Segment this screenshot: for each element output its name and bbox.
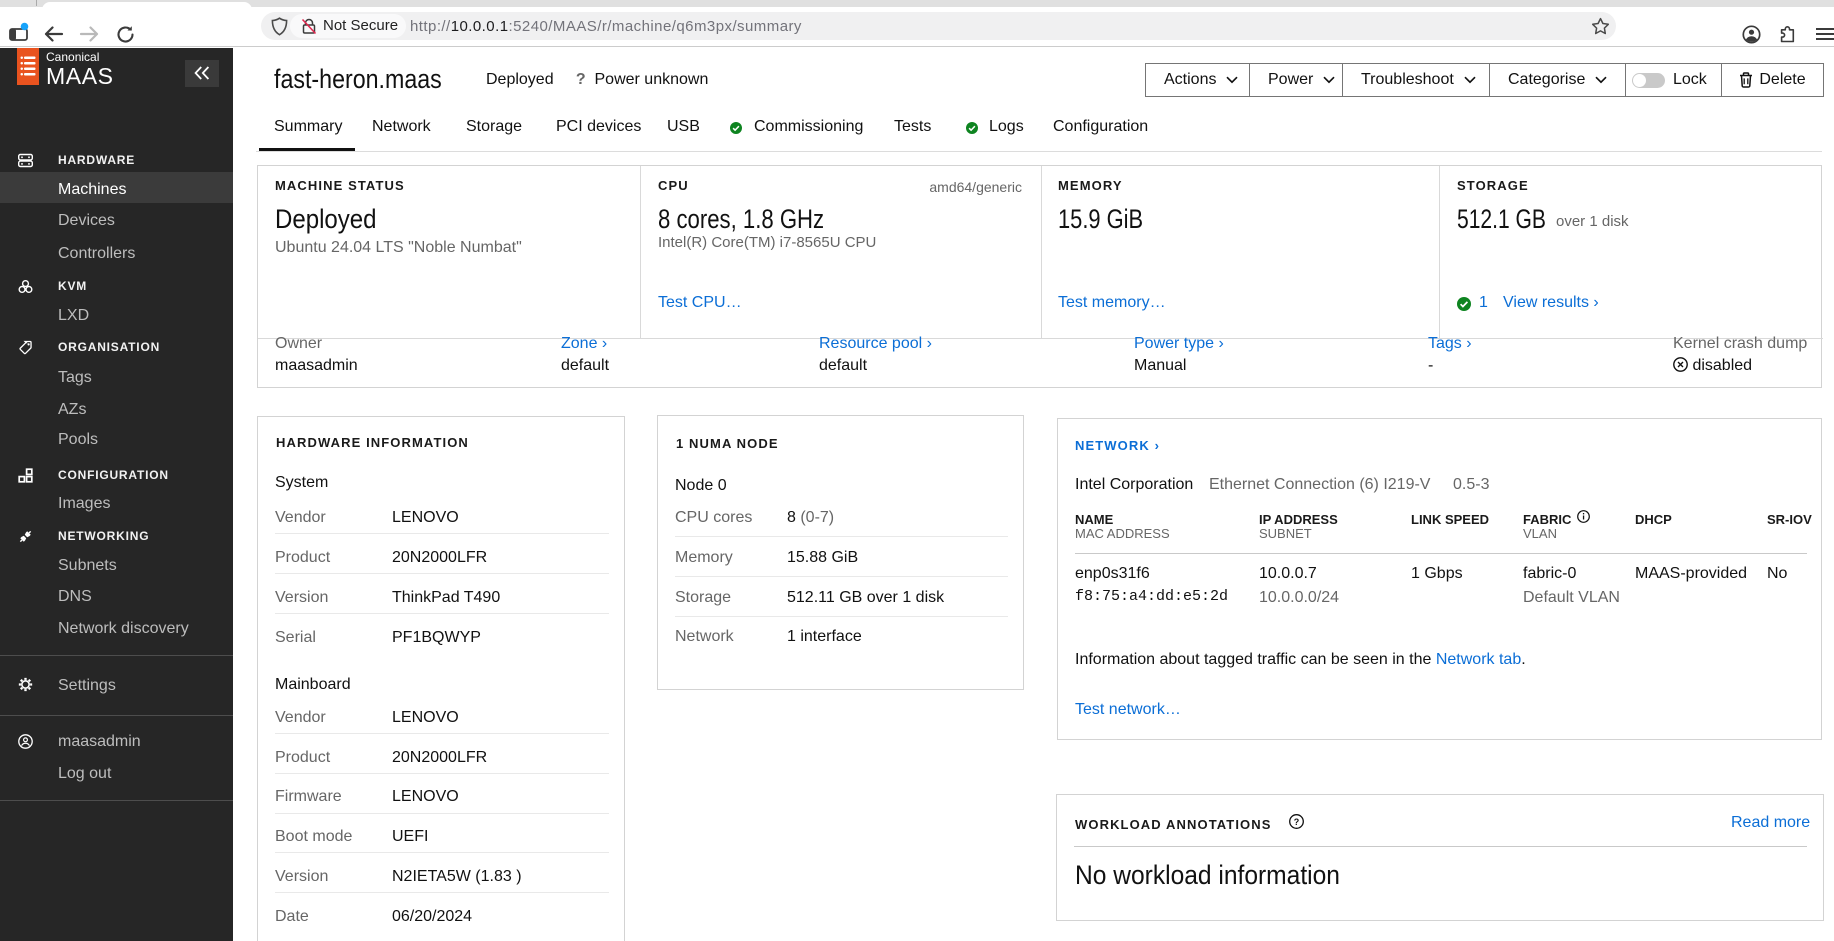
svg-text:?: ?: [1294, 817, 1300, 827]
